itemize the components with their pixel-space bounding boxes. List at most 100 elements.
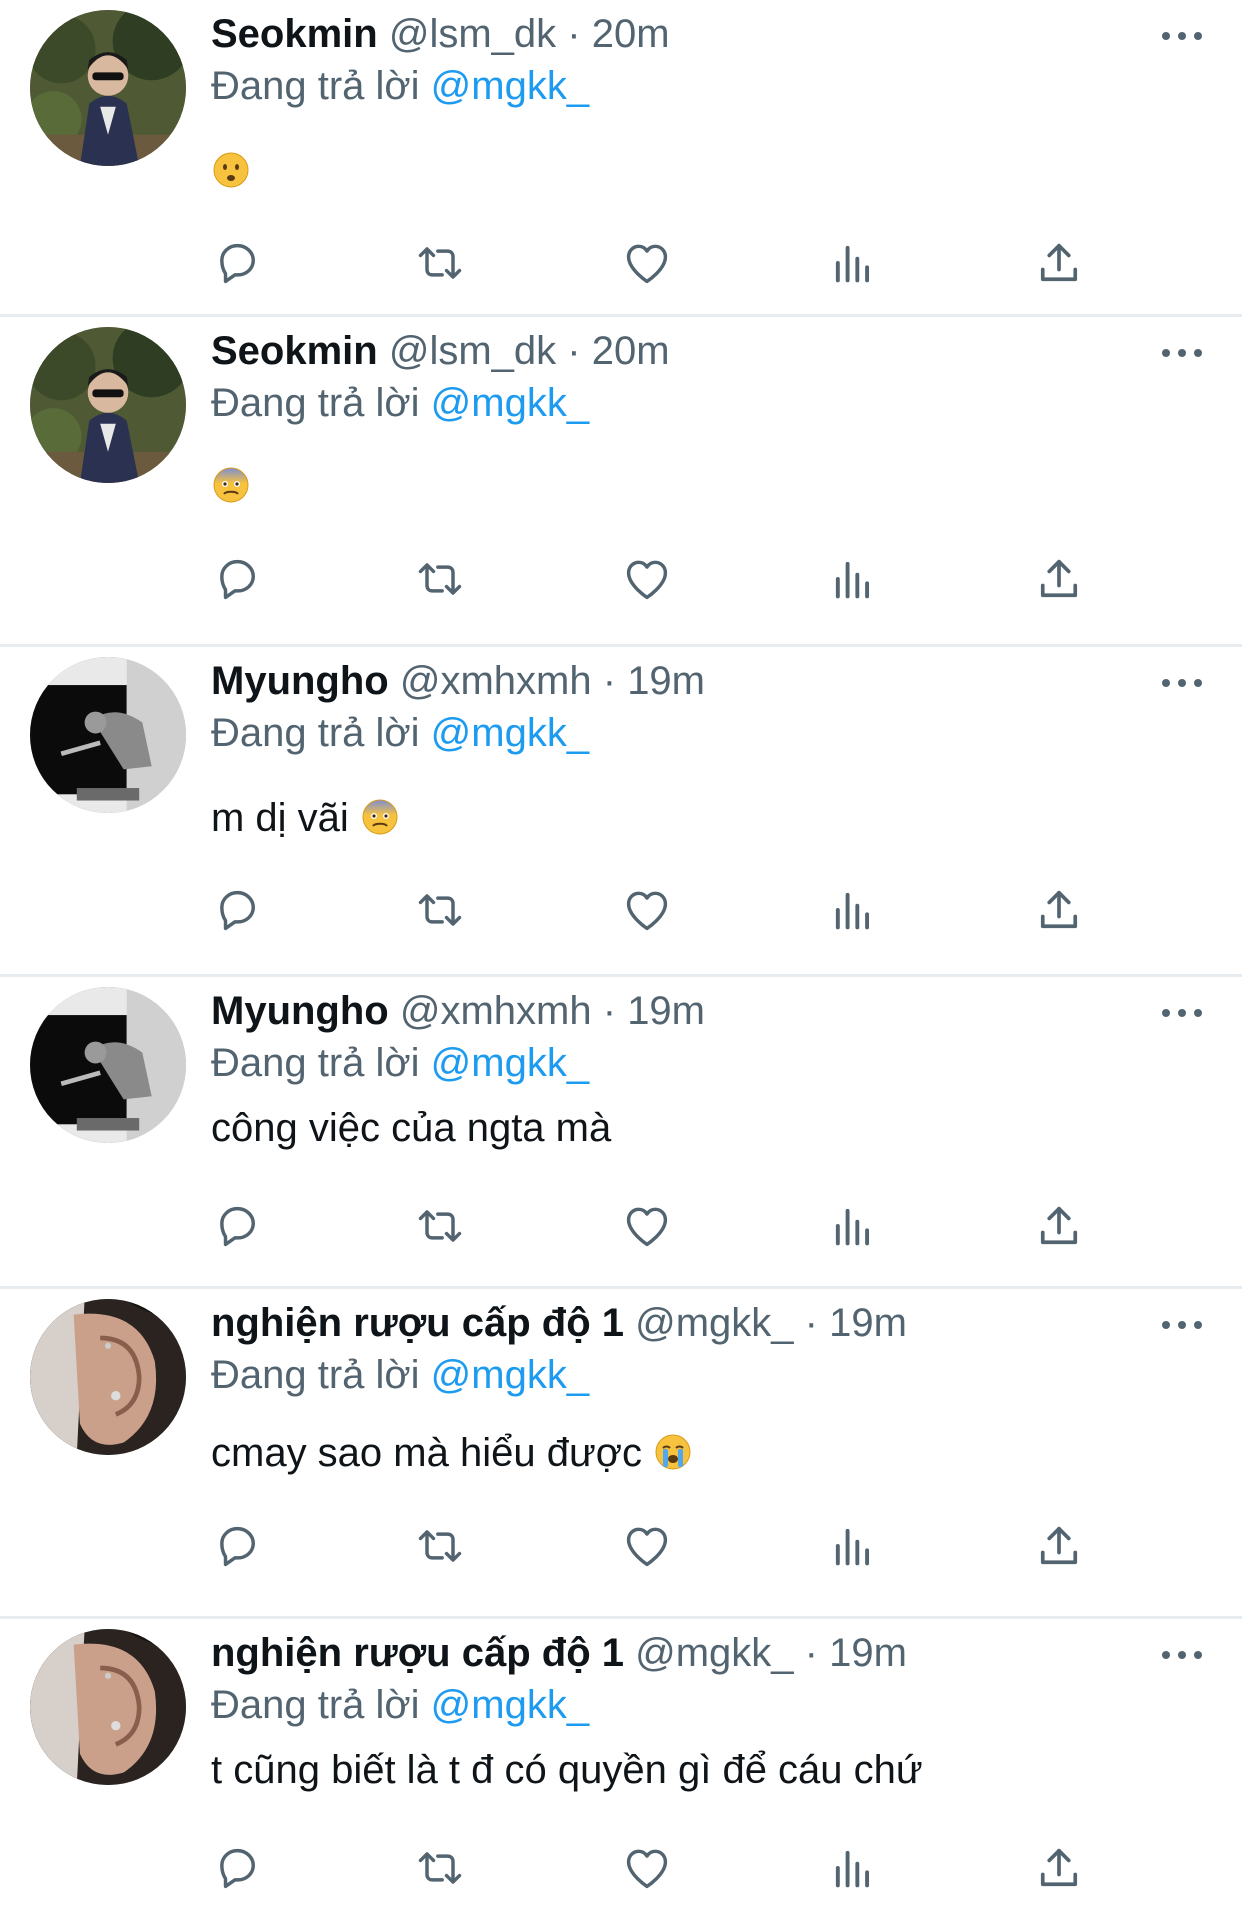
like-icon[interactable] — [621, 237, 673, 289]
more-icon[interactable] — [1162, 1319, 1202, 1331]
display-name[interactable]: nghiện rượu cấp độ 1 — [211, 1631, 624, 1675]
fearful-face-emoji-icon — [360, 797, 400, 837]
username[interactable]: @xmhxmh — [400, 989, 592, 1033]
separator-dot: · — [602, 989, 617, 1033]
share-icon[interactable] — [1033, 237, 1085, 289]
username[interactable]: @mgkk_ — [635, 1301, 793, 1345]
share-icon[interactable] — [1033, 1200, 1085, 1252]
reply-mention[interactable]: @mgkk_ — [431, 381, 589, 425]
tweet[interactable]: nghiện rượu cấp độ 1 @mgkk_ · 19m Đang t… — [0, 1619, 1242, 1913]
frowning-face-emoji-icon — [211, 150, 251, 190]
like-icon[interactable] — [621, 553, 673, 605]
tweet-text — [211, 145, 251, 197]
display-name[interactable]: Myungho — [211, 659, 389, 703]
retweet-icon[interactable] — [414, 884, 466, 936]
tweet[interactable]: Seokmin @lsm_dk · 20m Đang trả lời @mgkk… — [0, 317, 1242, 647]
reply-icon[interactable] — [211, 1842, 263, 1894]
more-icon[interactable] — [1162, 30, 1202, 42]
like-icon[interactable] — [621, 1842, 673, 1894]
reply-mention[interactable]: @mgkk_ — [431, 1683, 589, 1727]
reply-mention[interactable]: @mgkk_ — [431, 64, 589, 108]
reply-timeline: Seokmin @lsm_dk · 20m Đang trả lời @mgkk… — [0, 0, 1242, 1913]
separator-dot: · — [602, 659, 617, 703]
tweet-actions — [211, 1520, 1091, 1572]
tweet-text — [211, 460, 251, 512]
timestamp[interactable]: 19m — [829, 1631, 907, 1675]
separator-dot: · — [804, 1301, 818, 1345]
reply-prefix: Đang trả lời — [211, 711, 420, 755]
avatar[interactable] — [30, 1299, 186, 1455]
like-icon[interactable] — [621, 884, 673, 936]
retweet-icon[interactable] — [414, 553, 466, 605]
retweet-icon[interactable] — [414, 1520, 466, 1572]
display-name[interactable]: Seokmin — [211, 329, 378, 373]
username[interactable]: @lsm_dk — [389, 329, 556, 373]
separator-dot: · — [567, 12, 581, 56]
stats-icon[interactable] — [827, 884, 879, 936]
avatar[interactable] — [30, 1629, 186, 1785]
like-icon[interactable] — [621, 1520, 673, 1572]
username[interactable]: @lsm_dk — [389, 12, 556, 56]
timestamp[interactable]: 19m — [627, 989, 705, 1033]
reply-icon[interactable] — [211, 553, 263, 605]
avatar[interactable] — [30, 10, 186, 166]
share-icon[interactable] — [1033, 1520, 1085, 1572]
tweet-text-content: cmay sao mà hiểu được — [211, 1431, 642, 1475]
reply-prefix: Đang trả lời — [211, 1683, 420, 1727]
stats-icon[interactable] — [827, 237, 879, 289]
stats-icon[interactable] — [827, 553, 879, 605]
tweet-text-content: t cũng biết là t đ có quyền gì để cáu ch… — [211, 1748, 923, 1792]
tweet[interactable]: Seokmin @lsm_dk · 20m Đang trả lời @mgkk… — [0, 0, 1242, 317]
username[interactable]: @mgkk_ — [635, 1631, 793, 1675]
more-icon[interactable] — [1162, 677, 1202, 689]
reply-context: Đang trả lời @mgkk_ — [211, 1349, 589, 1401]
retweet-icon[interactable] — [414, 1842, 466, 1894]
avatar[interactable] — [30, 987, 186, 1143]
stats-icon[interactable] — [827, 1842, 879, 1894]
avatar[interactable] — [30, 327, 186, 483]
reply-context: Đang trả lời @mgkk_ — [211, 377, 589, 429]
reply-mention[interactable]: @mgkk_ — [431, 1041, 589, 1085]
more-icon[interactable] — [1162, 1649, 1202, 1661]
tweet-text-content: m dị vãi — [211, 796, 349, 840]
share-icon[interactable] — [1033, 553, 1085, 605]
reply-icon[interactable] — [211, 1200, 263, 1252]
share-icon[interactable] — [1033, 1842, 1085, 1894]
stats-icon[interactable] — [827, 1520, 879, 1572]
display-name[interactable]: Myungho — [211, 989, 389, 1033]
fearful-face-emoji-icon — [211, 465, 251, 505]
tweet-header: Myungho @xmhxmh · 19m — [211, 985, 705, 1037]
username[interactable]: @xmhxmh — [400, 659, 592, 703]
reply-icon[interactable] — [211, 884, 263, 936]
tweet[interactable]: Myungho @xmhxmh · 19m Đang trả lời @mgkk… — [0, 647, 1242, 977]
display-name[interactable]: nghiện rượu cấp độ 1 — [211, 1301, 624, 1345]
reply-mention[interactable]: @mgkk_ — [431, 1353, 589, 1397]
tweet-header: Seokmin @lsm_dk · 20m — [211, 8, 670, 60]
tweet[interactable]: Myungho @xmhxmh · 19m Đang trả lời @mgkk… — [0, 977, 1242, 1289]
tweet-actions — [211, 1842, 1091, 1894]
tweet-actions — [211, 884, 1091, 936]
tweet-text: t cũng biết là t đ có quyền gì để cáu ch… — [211, 1744, 923, 1796]
share-icon[interactable] — [1033, 884, 1085, 936]
retweet-icon[interactable] — [414, 1200, 466, 1252]
like-icon[interactable] — [621, 1200, 673, 1252]
reply-icon[interactable] — [211, 237, 263, 289]
timestamp[interactable]: 20m — [592, 329, 670, 373]
reply-prefix: Đang trả lời — [211, 381, 420, 425]
avatar[interactable] — [30, 657, 186, 813]
reply-context: Đang trả lời @mgkk_ — [211, 1037, 589, 1089]
stats-icon[interactable] — [827, 1200, 879, 1252]
timestamp[interactable]: 19m — [627, 659, 705, 703]
reply-context: Đang trả lời @mgkk_ — [211, 707, 589, 759]
more-icon[interactable] — [1162, 1007, 1202, 1019]
more-icon[interactable] — [1162, 347, 1202, 359]
reply-mention[interactable]: @mgkk_ — [431, 711, 589, 755]
display-name[interactable]: Seokmin — [211, 12, 378, 56]
tweet[interactable]: nghiện rượu cấp độ 1 @mgkk_ · 19m Đang t… — [0, 1289, 1242, 1619]
timestamp[interactable]: 20m — [592, 12, 670, 56]
tweet-actions — [211, 553, 1091, 605]
timestamp[interactable]: 19m — [829, 1301, 907, 1345]
reply-icon[interactable] — [211, 1520, 263, 1572]
retweet-icon[interactable] — [414, 237, 466, 289]
tweet-text: công việc của ngta mà — [211, 1102, 611, 1154]
